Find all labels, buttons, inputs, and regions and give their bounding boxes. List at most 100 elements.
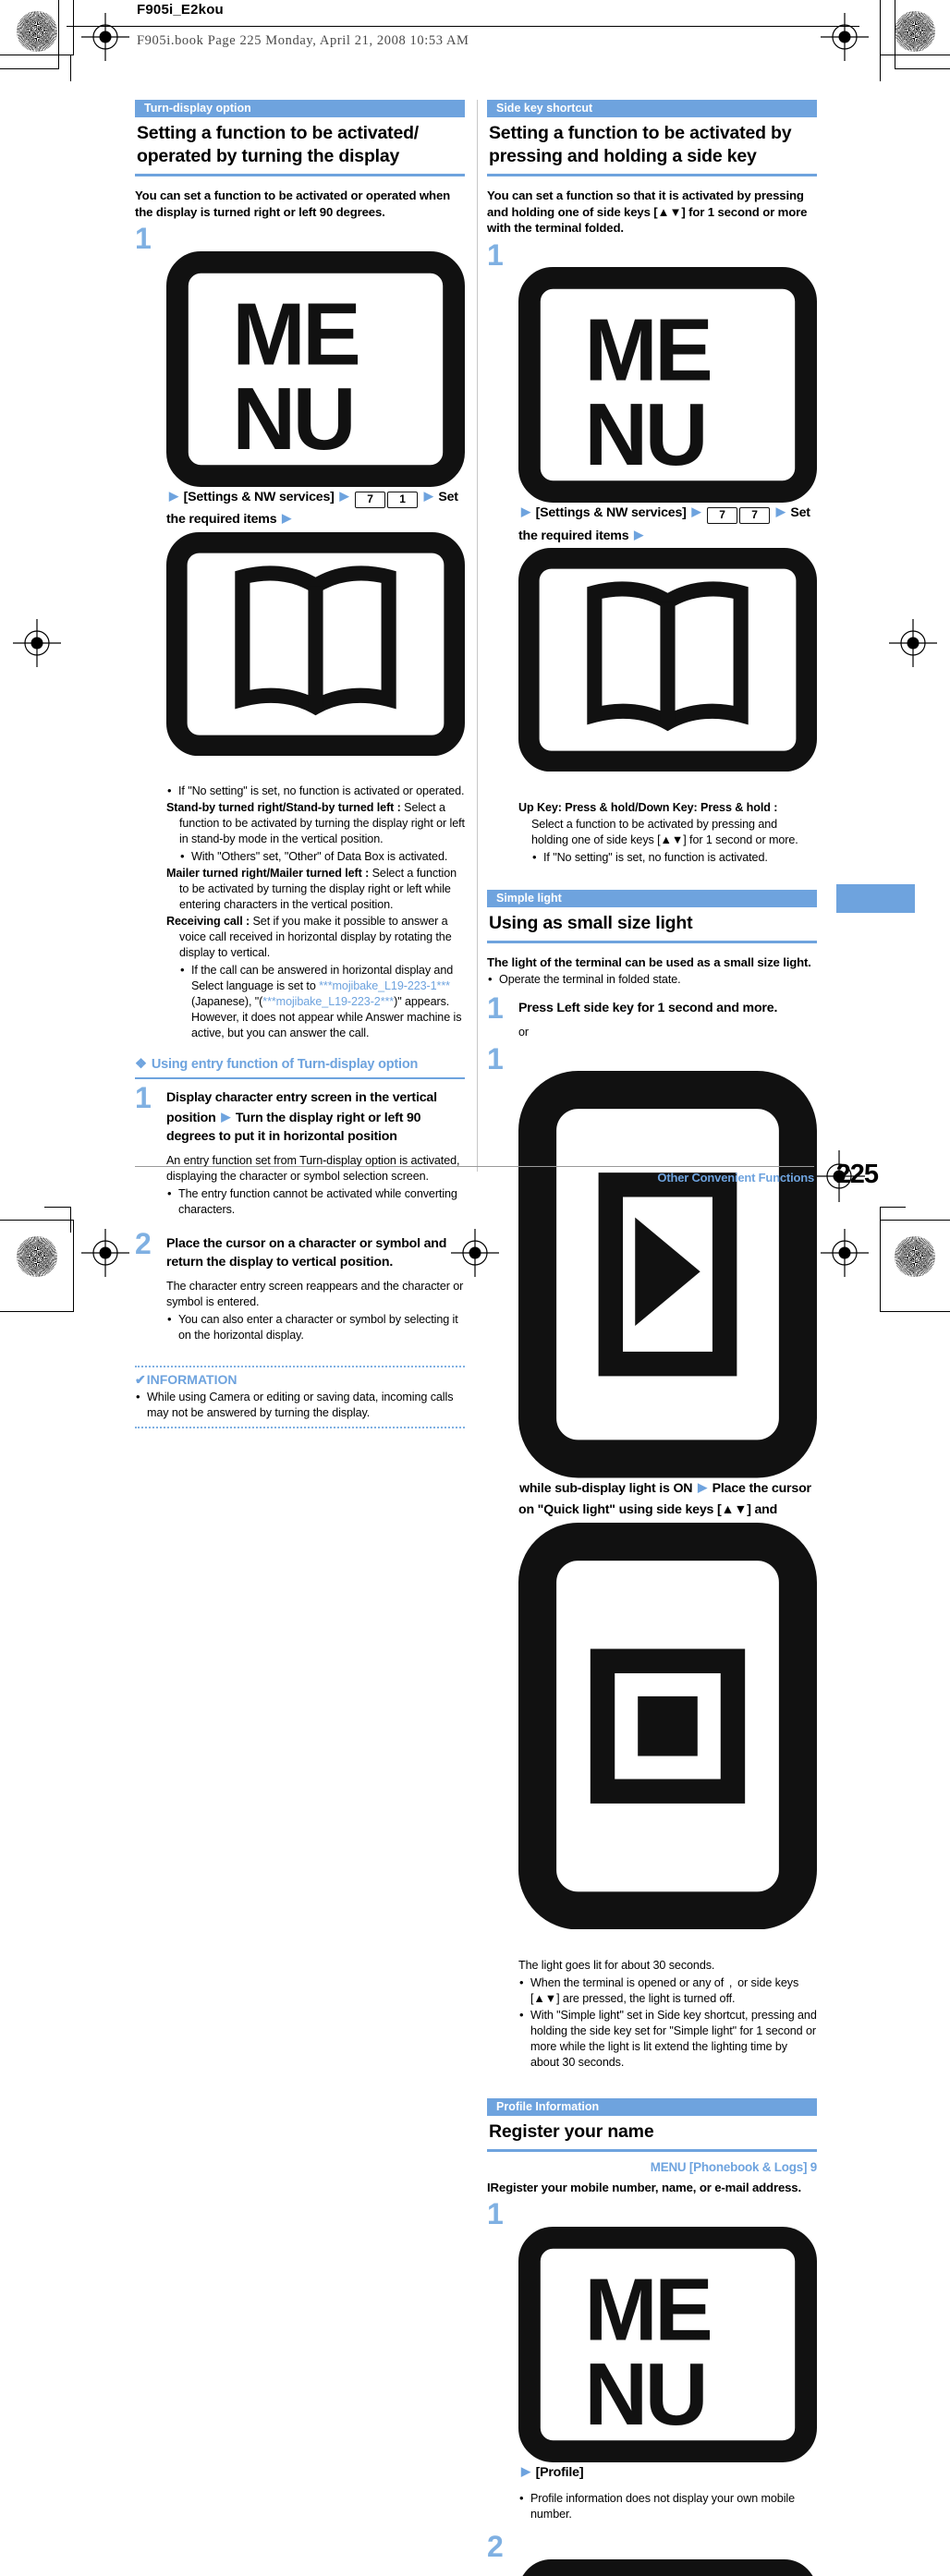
step-heading: ME NU ▶ [Settings & NW services] ▶ 71 ▶ S…	[166, 229, 465, 777]
triangle-right-icon: ▶	[282, 511, 291, 525]
definition-mailer-turned: Mailer turned right/Mailer turned left :…	[166, 866, 465, 913]
step-heading: ▶ Authentication operation ▶ Set up each…	[518, 2537, 817, 2576]
crop-line-right-edge	[880, 1207, 906, 1208]
information-top-rule	[135, 1365, 465, 1367]
registration-mark-mid-left	[13, 619, 61, 667]
definition-long-bullet: If the call can be answered in horizonta…	[179, 962, 465, 1041]
definition-bullets: With "Others" set, "Other" of Data Box i…	[179, 848, 465, 865]
step-bullet-list: When the terminal is opened or any of , …	[518, 1975, 817, 2071]
section-simple-light: Simple light Using as small size light	[487, 889, 817, 943]
step-number: 1	[487, 1041, 504, 1075]
step-number: 1	[487, 991, 504, 1026]
list-item: You can also enter a character or symbol…	[166, 1311, 465, 1343]
step-1: 1 ME NU ▶ [Settings & NW services] ▶ 77 ▶…	[487, 240, 817, 866]
book-key-icon	[518, 2558, 817, 2576]
step-number: 1	[135, 1081, 152, 1115]
section-lead-text: IRegister your mobile number, name, or e…	[487, 2180, 802, 2194]
definition-term: Receiving call :	[166, 915, 250, 929]
section-lead-text: You can set a function to be activated o…	[135, 188, 451, 219]
step-heading: Display character entry screen in the ve…	[166, 1088, 465, 1147]
information-title-text: INFORMATION	[146, 1371, 238, 1387]
section-rule	[487, 174, 817, 176]
step-1-quick-light: 1 while sub-display light is ON ▶ Place …	[487, 1044, 817, 2071]
step-bullet-list: The entry function cannot be activated w…	[166, 1185, 465, 1218]
step-heading: while sub-display light is ON ▶ Place th…	[518, 1050, 817, 1951]
svg-text:NU: NU	[584, 386, 705, 484]
section-title: Setting a function to be activated by pr…	[489, 123, 792, 166]
step-head-part1: [Settings & NW services]	[183, 489, 335, 504]
crop-line-top-right	[880, 55, 881, 81]
triangle-right-icon: ▶	[521, 2463, 530, 2478]
subsection-title: ❖ Using entry function of Turn-display op…	[135, 1056, 465, 1074]
step-body-text: The light goes lit for about 30 seconds.	[518, 1958, 715, 1972]
section-lead-text: The light of the terminal can be used as…	[487, 954, 811, 969]
list-item: If "No setting" is set, no function is a…	[166, 783, 465, 799]
small-key-icon	[518, 1522, 817, 1930]
book-key-icon	[166, 531, 465, 756]
section-tag: Profile Information	[487, 2097, 817, 2116]
mojibake-token-1: ***mojibake_L19-223-1***	[319, 979, 450, 993]
registration-mark-bottom-left	[81, 1229, 129, 1277]
step-number: 2	[135, 1226, 152, 1260]
menu-key-icon: ME NU	[518, 2226, 817, 2462]
step-number: 1	[487, 237, 504, 272]
triangle-right-icon: ▶	[691, 504, 701, 518]
subsection-rule	[135, 1077, 465, 1080]
step-heading: ME NU ▶ [Settings & NW services] ▶ 77 ▶ S…	[518, 246, 817, 794]
step-body: or	[518, 1025, 817, 1040]
list-item: Profile information does not display you…	[518, 2490, 817, 2522]
corner-box-top-right-b	[895, 0, 950, 69]
list-item: While using Camera or editing or saving …	[135, 1389, 465, 1421]
definition-standby-turned: Stand-by turned right/Stand-by turned le…	[166, 800, 465, 847]
diamond-bullet-icon: ❖	[135, 1057, 147, 1073]
corner-box-bottom-left	[0, 1220, 74, 1312]
number-key-7-a: 7	[707, 507, 738, 524]
crop-line-left-edge	[44, 1207, 70, 1208]
section-rule	[135, 174, 465, 176]
step-heading: Place the cursor on a character or symbo…	[166, 1235, 447, 1270]
step-body: An entry function set from Turn-display …	[166, 1153, 465, 1218]
chapter-thumb-tab	[836, 884, 915, 913]
section-side-key-shortcut: Side key shortcut Setting a function to …	[487, 100, 817, 176]
triangle-right-icon: ▶	[775, 504, 786, 518]
step-body: The character entry screen reappears and…	[166, 1279, 465, 1343]
definition-term: Stand-by turned right/Stand-by turned le…	[166, 801, 401, 815]
information-box: ✔INFORMATION While using Camera or editi…	[135, 1365, 465, 1428]
step-number: 1	[487, 2197, 504, 2231]
corner-box-top-left-b	[0, 0, 59, 69]
definition-term: Mailer turned right/Mailer turned left :	[166, 867, 370, 881]
profile-step-1: 1 MENU ▶ [Profile] Profile information d…	[487, 2199, 817, 2522]
list-item: With "Others" set, "Other" of Data Box i…	[179, 848, 465, 865]
step-bullet-list: Profile information does not display you…	[518, 2490, 817, 2522]
section-lead-bullets: Operate the terminal in folded state.	[487, 971, 817, 988]
triangle-right-icon: ▶	[521, 504, 530, 518]
svg-text:ME: ME	[232, 286, 358, 383]
document-codename: F905i_E2kou	[137, 2, 224, 18]
footer-page-number: 225	[835, 1160, 879, 1189]
number-key-7: 7	[355, 491, 386, 508]
list-item: Operate the terminal in folded state.	[487, 971, 817, 988]
step-bullet-list: If "No setting" is set, no function is a…	[531, 849, 817, 866]
list-item: If the call can be answered in horizonta…	[179, 962, 465, 1041]
step-1-press-left-key: 1 Press Left side key for 1 second and m…	[487, 993, 817, 1040]
section-turn-display-option: Turn-display option Setting a function t…	[135, 100, 465, 176]
section-profile-information: Profile Information Register your name	[487, 2097, 817, 2152]
step-number: 1	[135, 222, 152, 255]
step-heading: ME NU ▶ [Profile]	[518, 2205, 817, 2485]
section-title: Using as small size light	[489, 912, 693, 933]
svg-text:NU: NU	[584, 2346, 705, 2444]
definition-text: Select a function to be activated by pre…	[531, 817, 798, 846]
definition-up-down-key: Up Key: Press & hold/Down Key: Press & h…	[518, 800, 817, 816]
section-title: Setting a function to be activated/ oper…	[137, 123, 420, 166]
definition-term: Up Key: Press & hold/Down Key: Press & h…	[518, 800, 778, 814]
check-mark-icon: ✔	[135, 1371, 146, 1387]
section-title: Register your name	[489, 2120, 654, 2142]
triangle-right-icon: ▶	[634, 527, 643, 541]
subsection-step-2: 2 Place the cursor on a character or sym…	[135, 1229, 465, 1343]
triangle-right-icon: ▶	[221, 1109, 231, 1124]
step-number: 2	[487, 2530, 504, 2564]
bullet-text-mid: (Japanese), "(	[191, 995, 263, 1009]
subsection-title-text: Using entry function of Turn-display opt…	[151, 1057, 419, 1073]
registration-mark-top-left	[81, 13, 129, 61]
section-rule	[487, 940, 817, 943]
